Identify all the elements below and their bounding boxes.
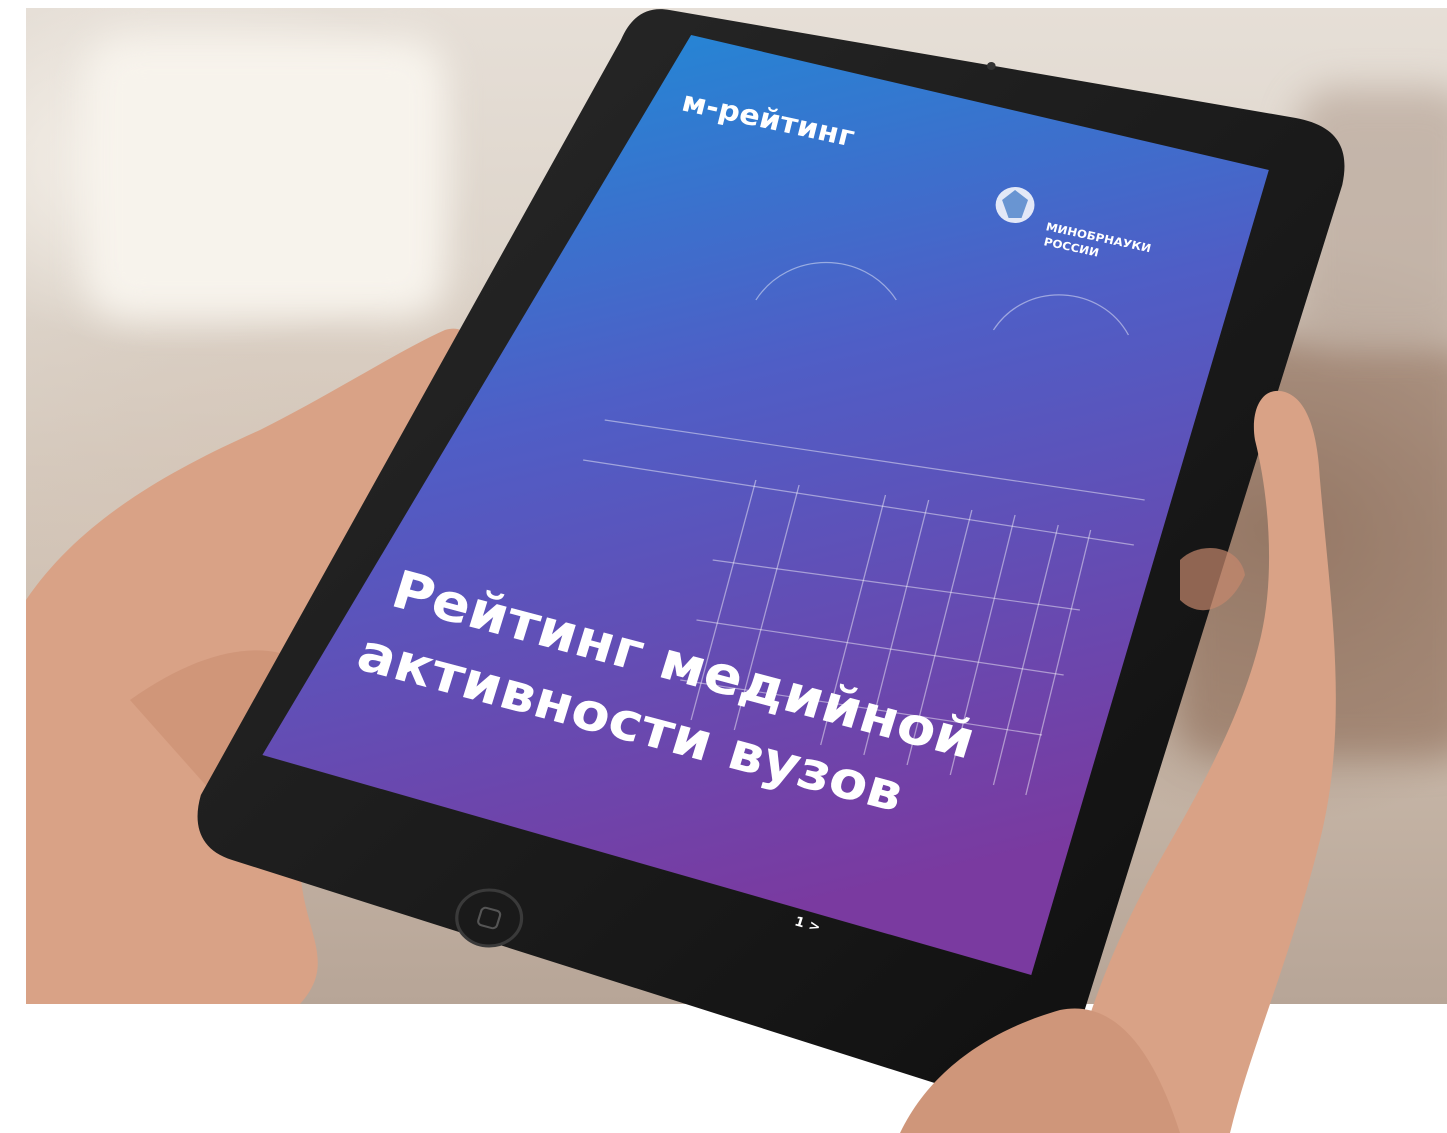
photo-scene: м-рейтинг МИНОБРНАУКИ РОССИИ Рейтинг мед… — [0, 0, 1447, 1133]
right-hand — [900, 390, 1336, 1133]
